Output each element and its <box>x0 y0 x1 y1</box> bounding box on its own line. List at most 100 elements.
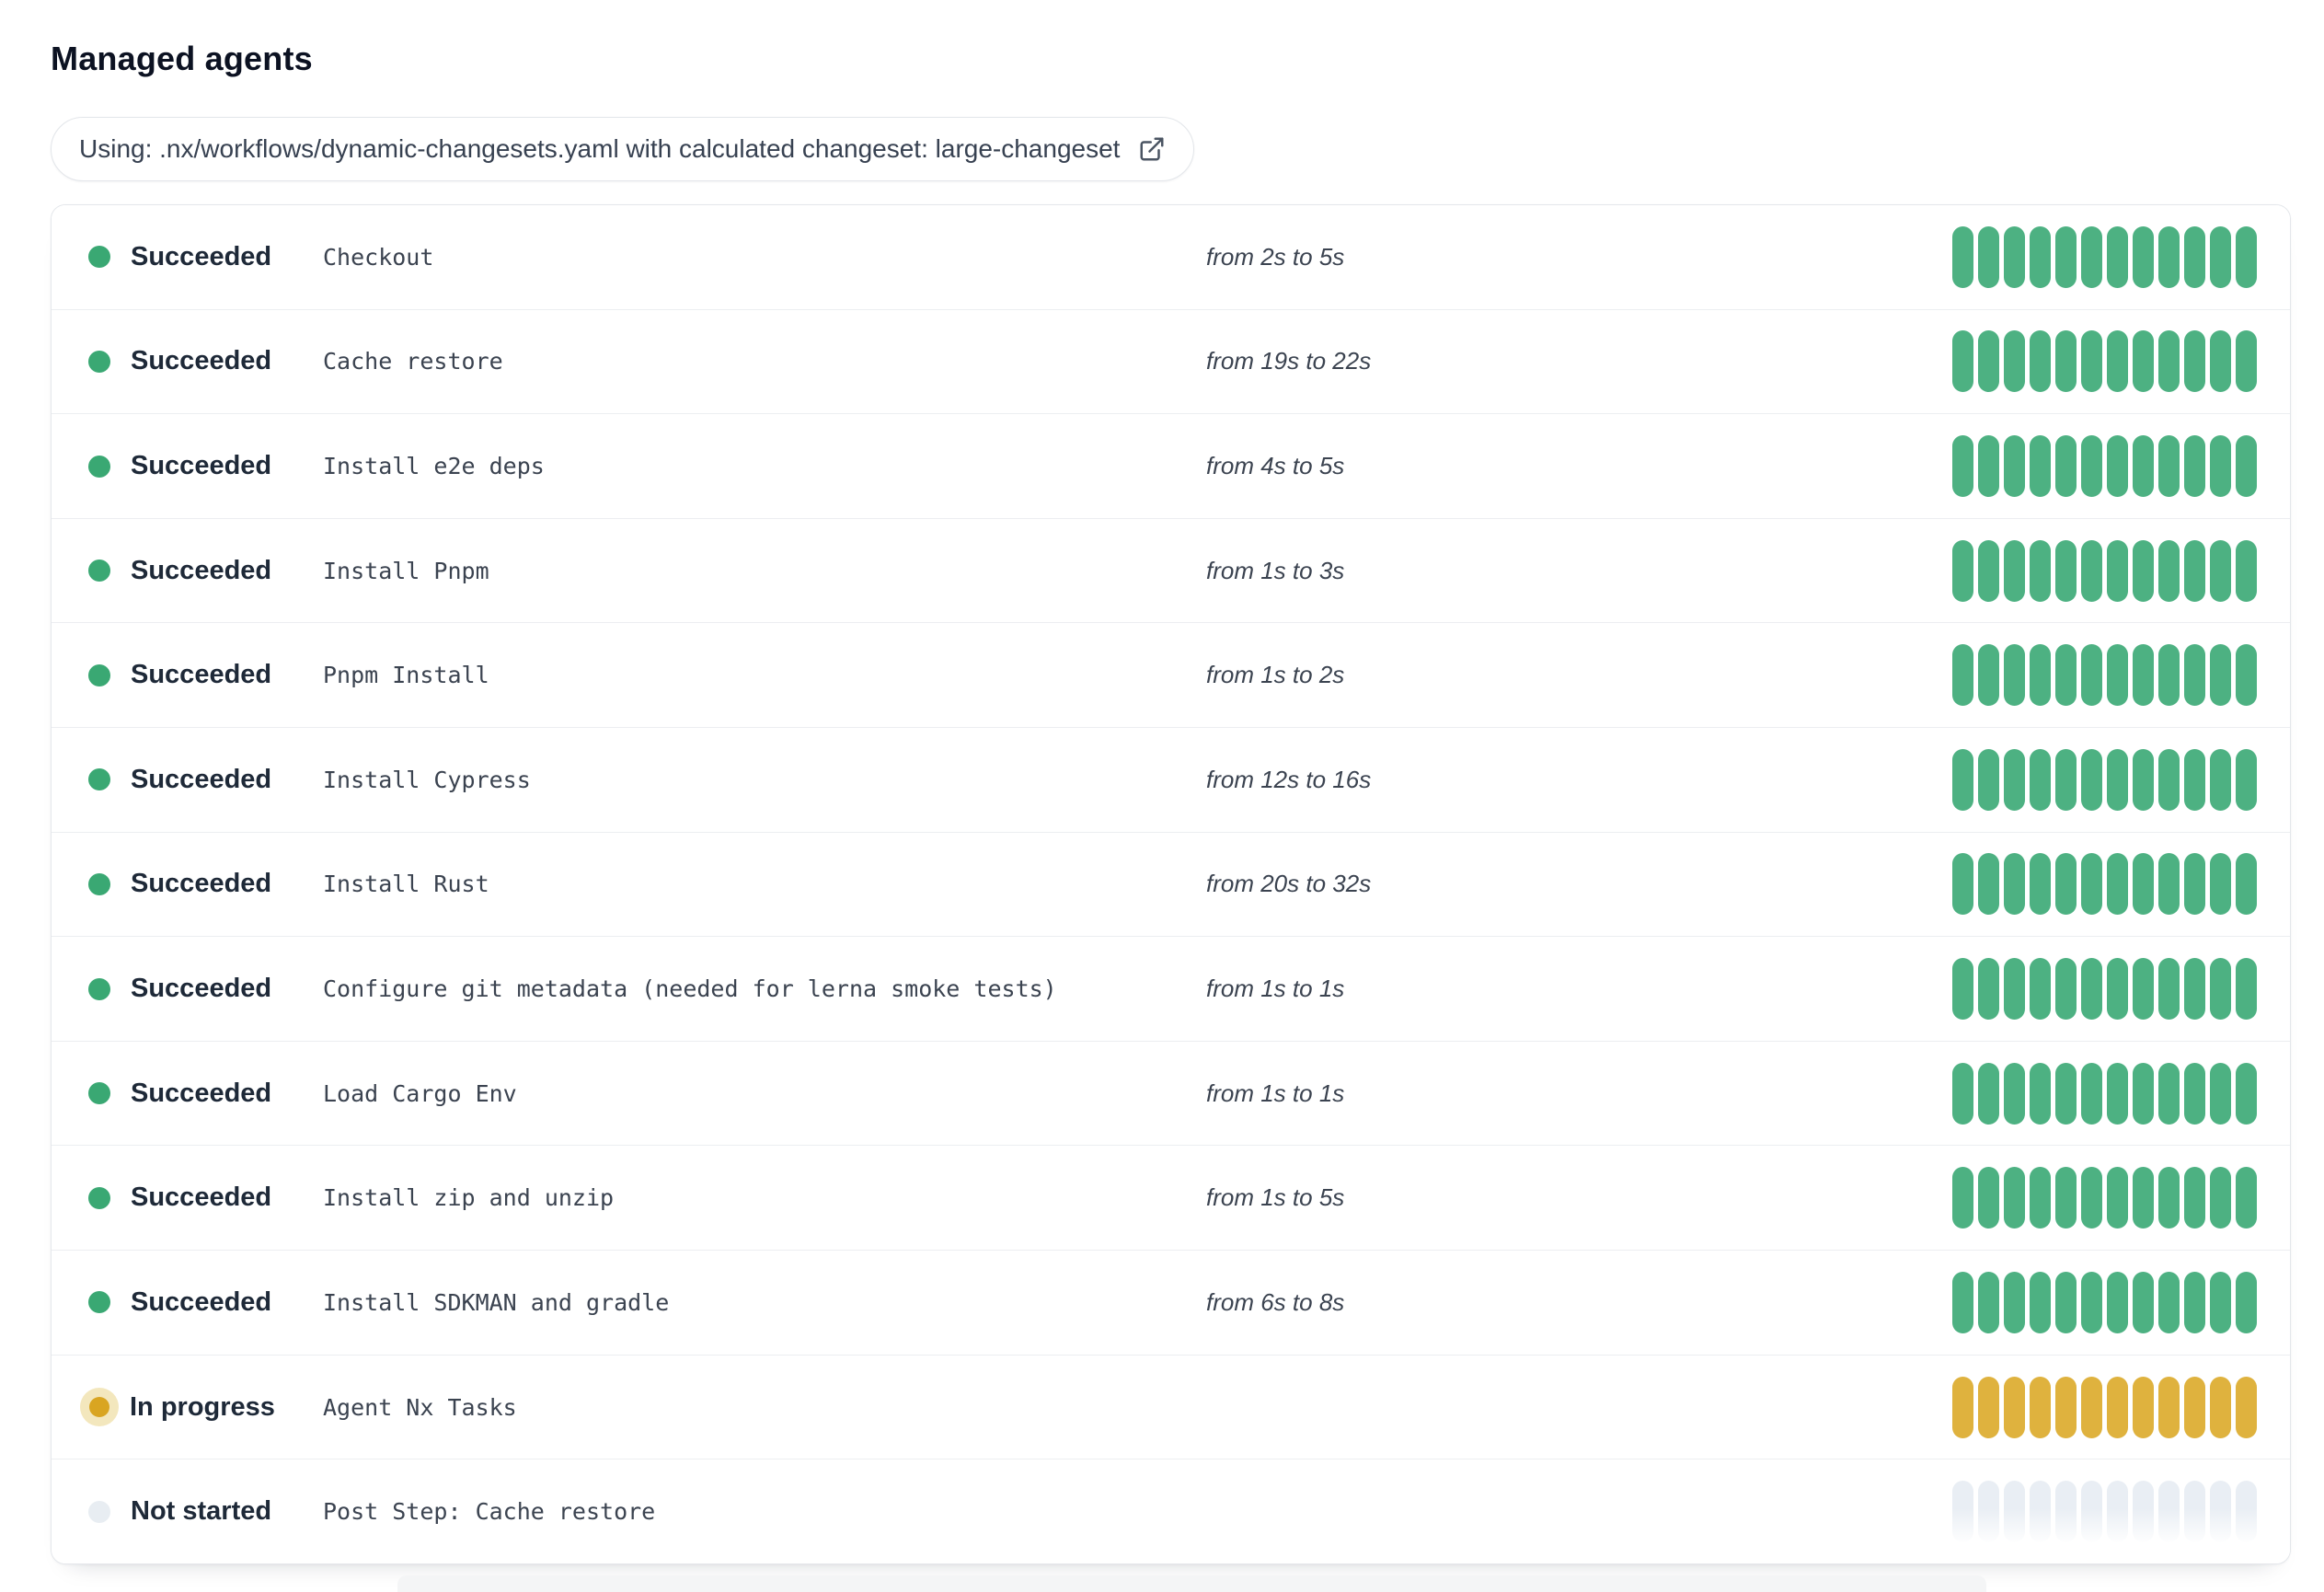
usage-bar <box>2184 853 2205 916</box>
step-row[interactable]: Not started Post Step: Cache restore <box>52 1459 2290 1563</box>
usage-bar <box>2158 225 2180 288</box>
usage-bar <box>2030 644 2051 707</box>
status-dot-icon <box>88 1291 110 1314</box>
status-cell: Not started <box>88 1496 323 1527</box>
usage-bar <box>2158 1376 2180 1438</box>
usage-bar <box>2004 225 2025 288</box>
usage-bar <box>2107 853 2128 916</box>
next-section-peek <box>397 1575 1986 1592</box>
status-dot-icon <box>88 350 110 373</box>
usage-bar <box>2055 1062 2077 1125</box>
usage-bar <box>2081 748 2102 811</box>
agent-usage-bars <box>1952 748 2257 811</box>
usage-bar <box>2210 225 2231 288</box>
usage-bar <box>2055 435 2077 498</box>
usage-bar <box>1978 958 1999 1021</box>
usage-bar <box>2004 1376 2025 1438</box>
usage-bar <box>2210 958 2231 1021</box>
usage-bar <box>2133 330 2154 393</box>
step-row[interactable]: Succeeded Load Cargo Env from 1s to 1s <box>52 1040 2290 1146</box>
usage-bar <box>2158 539 2180 602</box>
usage-bar <box>1952 330 1973 393</box>
step-row[interactable]: Succeeded Install Pnpm from 1s to 3s <box>52 517 2290 623</box>
usage-bar <box>2030 1062 2051 1125</box>
usage-bar <box>1952 748 1973 811</box>
step-name: Install e2e deps <box>323 453 545 480</box>
status-label: Succeeded <box>131 869 272 899</box>
step-name: Checkout <box>323 243 434 271</box>
agent-usage-bars <box>1952 1481 2257 1543</box>
usage-bar <box>2236 748 2257 811</box>
workflow-config-pill[interactable]: Using: .nx/workflows/dynamic-changesets.… <box>51 117 1195 181</box>
usage-bar <box>2158 1481 2180 1543</box>
usage-bar <box>2158 644 2180 707</box>
status-cell: Succeeded <box>88 765 323 795</box>
usage-bar <box>1978 330 1999 393</box>
step-row[interactable]: Succeeded Install SDKMAN and gradle from… <box>52 1250 2290 1355</box>
usage-bar <box>2236 644 2257 707</box>
usage-bar <box>2184 1062 2205 1125</box>
status-dot-icon <box>88 663 110 686</box>
usage-bar <box>2030 1271 2051 1333</box>
step-row[interactable]: Succeeded Pnpm Install from 1s to 2s <box>52 622 2290 728</box>
usage-bar <box>2030 225 2051 288</box>
status-cell: Succeeded <box>88 869 323 899</box>
usage-bar <box>2158 958 2180 1021</box>
usage-bar <box>2030 1376 2051 1438</box>
status-label: Succeeded <box>131 974 272 1004</box>
step-row[interactable]: Succeeded Cache restore from 19s to 22s <box>52 308 2290 414</box>
step-row[interactable]: Succeeded Install Cypress from 12s to 16… <box>52 727 2290 832</box>
step-row[interactable]: Succeeded Checkout from 2s to 5s <box>52 205 2290 309</box>
usage-bar <box>2004 644 2025 707</box>
step-name: Load Cargo Env <box>323 1079 517 1107</box>
usage-bar <box>1952 225 1973 288</box>
workflow-config-label: Using: .nx/workflows/dynamic-changesets.… <box>79 134 1121 163</box>
usage-bar <box>2133 853 2154 916</box>
usage-bar <box>2055 330 2077 393</box>
usage-bar <box>2030 853 2051 916</box>
usage-bar <box>2055 225 2077 288</box>
usage-bar <box>2184 1481 2205 1543</box>
usage-bar <box>2081 435 2102 498</box>
usage-bar <box>2133 1062 2154 1125</box>
usage-bar <box>1978 539 1999 602</box>
status-label: In progress <box>130 1391 275 1422</box>
step-row[interactable]: Succeeded Configure git metadata (needed… <box>52 936 2290 1041</box>
status-label: Succeeded <box>131 1286 272 1317</box>
usage-bar <box>2107 748 2128 811</box>
usage-bar <box>2236 435 2257 498</box>
usage-bar <box>2158 435 2180 498</box>
step-name: Agent Nx Tasks <box>323 1393 517 1421</box>
step-name: Pnpm Install <box>323 662 489 689</box>
status-cell: Succeeded <box>88 974 323 1004</box>
status-cell: Succeeded <box>88 1182 323 1213</box>
usage-bar <box>2081 1062 2102 1125</box>
usage-bar <box>2004 1167 2025 1229</box>
usage-bar <box>1952 1376 1973 1438</box>
step-row[interactable]: Succeeded Install e2e deps from 4s to 5s <box>52 413 2290 518</box>
page-title: Managed agents <box>51 40 313 77</box>
step-name: Cache restore <box>323 348 503 375</box>
usage-bar <box>2133 1167 2154 1229</box>
usage-bar <box>2081 1167 2102 1229</box>
step-row[interactable]: Succeeded Install Rust from 20s to 32s <box>52 831 2290 937</box>
step-row[interactable]: In progress Agent Nx Tasks <box>52 1354 2290 1459</box>
usage-bar <box>2081 1271 2102 1333</box>
status-dot-icon <box>88 246 110 269</box>
usage-bar <box>2107 1376 2128 1438</box>
usage-bar <box>2107 539 2128 602</box>
usage-bar <box>2107 958 2128 1021</box>
agent-usage-bars <box>1952 853 2257 916</box>
usage-bar <box>2055 853 2077 916</box>
step-row[interactable]: Succeeded Install zip and unzip from 1s … <box>52 1145 2290 1251</box>
usage-bar <box>1978 1481 1999 1543</box>
usage-bar <box>2081 853 2102 916</box>
usage-bar <box>2184 330 2205 393</box>
usage-bar <box>2210 539 2231 602</box>
usage-bar <box>2210 853 2231 916</box>
external-link-icon[interactable] <box>1138 135 1166 163</box>
usage-bar <box>2184 644 2205 707</box>
usage-bar <box>2107 1271 2128 1333</box>
usage-bar <box>2081 644 2102 707</box>
usage-bar <box>2081 225 2102 288</box>
